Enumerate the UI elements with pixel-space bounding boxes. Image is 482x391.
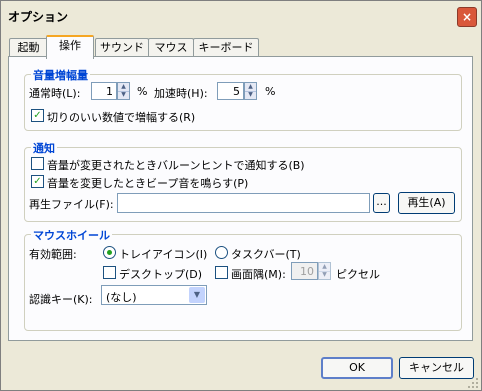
resize-grip-icon[interactable]: [467, 377, 479, 389]
chevron-down-icon[interactable]: ▼: [189, 287, 205, 303]
tab-label: キーボード: [198, 41, 254, 54]
range-label: 有効範囲:: [29, 248, 77, 261]
tab-label: 起動: [17, 41, 40, 54]
notify-legend: 通知: [31, 140, 57, 156]
ok-label: OK: [349, 361, 365, 374]
key-label: 認識キー(K):: [29, 293, 93, 306]
normal-label: 通常時(L):: [29, 87, 81, 100]
accel-label: 加速時(H):: [154, 87, 208, 100]
round-label: 切りのいい数値で増幅する(R): [47, 111, 196, 124]
wheel-legend: マウスホイール: [31, 227, 112, 243]
normal-amount-input[interactable]: 1: [91, 82, 117, 100]
round-checkbox[interactable]: ✓: [31, 109, 44, 122]
tab-operation[interactable]: 操作: [46, 35, 94, 59]
close-icon: ×: [461, 10, 473, 24]
play-button[interactable]: 再生(A): [398, 192, 455, 214]
ok-button[interactable]: OK: [321, 357, 393, 379]
desktop-checkbox[interactable]: [103, 266, 116, 279]
spin-down-icon[interactable]: ▼: [245, 91, 256, 99]
volume-legend: 音量増幅量: [31, 67, 90, 83]
tab-label: サウンド: [100, 41, 144, 54]
normal-amount-value: 1: [106, 85, 113, 98]
accel-unit: %: [265, 85, 276, 98]
tab-keyboard[interactable]: キーボード: [193, 38, 259, 57]
accel-amount-input[interactable]: 5: [217, 82, 244, 100]
check-icon: ✓: [33, 110, 42, 121]
radio-selected-dot: [107, 250, 112, 255]
tab-label: 操作: [59, 39, 81, 52]
play-label: 再生(A): [407, 196, 446, 209]
corner-pixels-input[interactable]: 10: [291, 262, 318, 280]
corner-checkbox[interactable]: [215, 266, 228, 279]
taskbar-label: タスクバー(T): [231, 248, 301, 261]
corner-pixels-value: 10: [300, 265, 314, 278]
normal-amount-spinner[interactable]: ▲ ▼: [117, 82, 130, 100]
normal-unit: %: [137, 85, 148, 98]
spin-down-icon[interactable]: ▼: [319, 271, 330, 279]
tab-panel-operation: 音量増幅量 通常時(L): 1 ▲ ▼ % 加速時(H): 5 ▲ ▼ % ✓ …: [8, 56, 473, 341]
balloon-label: 音量が変更されたときバルーンヒントで通知する(B): [47, 159, 305, 172]
tab-label: マウス: [154, 41, 188, 54]
tab-sound[interactable]: サウンド: [95, 38, 149, 57]
browse-label: ...: [376, 195, 387, 208]
recognition-key-value: (なし): [106, 291, 137, 304]
tray-label: トレイアイコン(I): [119, 248, 208, 261]
corner-pixels-spinner[interactable]: ▲ ▼: [318, 262, 331, 280]
taskbar-radio[interactable]: [215, 246, 228, 259]
options-dialog: オプション × 起動 操作 サウンド マウス キーボード 音量増幅量 通常時(L…: [0, 0, 482, 391]
window-title: オプション: [8, 10, 69, 24]
desktop-label: デスクトップ(D): [119, 268, 203, 281]
tab-mouse[interactable]: マウス: [148, 38, 194, 57]
corner-label: 画面隅(M):: [231, 268, 286, 281]
play-file-input[interactable]: [117, 193, 370, 213]
title-bar: オプション ×: [1, 1, 481, 31]
browse-button[interactable]: ...: [373, 193, 390, 213]
tray-radio[interactable]: [103, 246, 116, 259]
check-icon: ✓: [33, 176, 42, 187]
beep-checkbox[interactable]: ✓: [31, 175, 44, 188]
cancel-button[interactable]: キャンセル: [399, 357, 474, 379]
recognition-key-select[interactable]: (なし) ▼: [101, 285, 207, 305]
beep-label: 音量を変更したときビープ音を鳴らす(P): [47, 177, 249, 190]
spin-down-icon[interactable]: ▼: [118, 91, 129, 99]
close-button[interactable]: ×: [457, 7, 477, 27]
accel-amount-spinner[interactable]: ▲ ▼: [244, 82, 257, 100]
tab-startup[interactable]: 起動: [9, 38, 48, 57]
cancel-label: キャンセル: [409, 361, 464, 374]
file-label: 再生ファイル(F):: [29, 198, 114, 211]
accel-amount-value: 5: [233, 85, 240, 98]
balloon-checkbox[interactable]: [31, 157, 44, 170]
pixel-unit-label: ピクセル: [336, 268, 380, 281]
